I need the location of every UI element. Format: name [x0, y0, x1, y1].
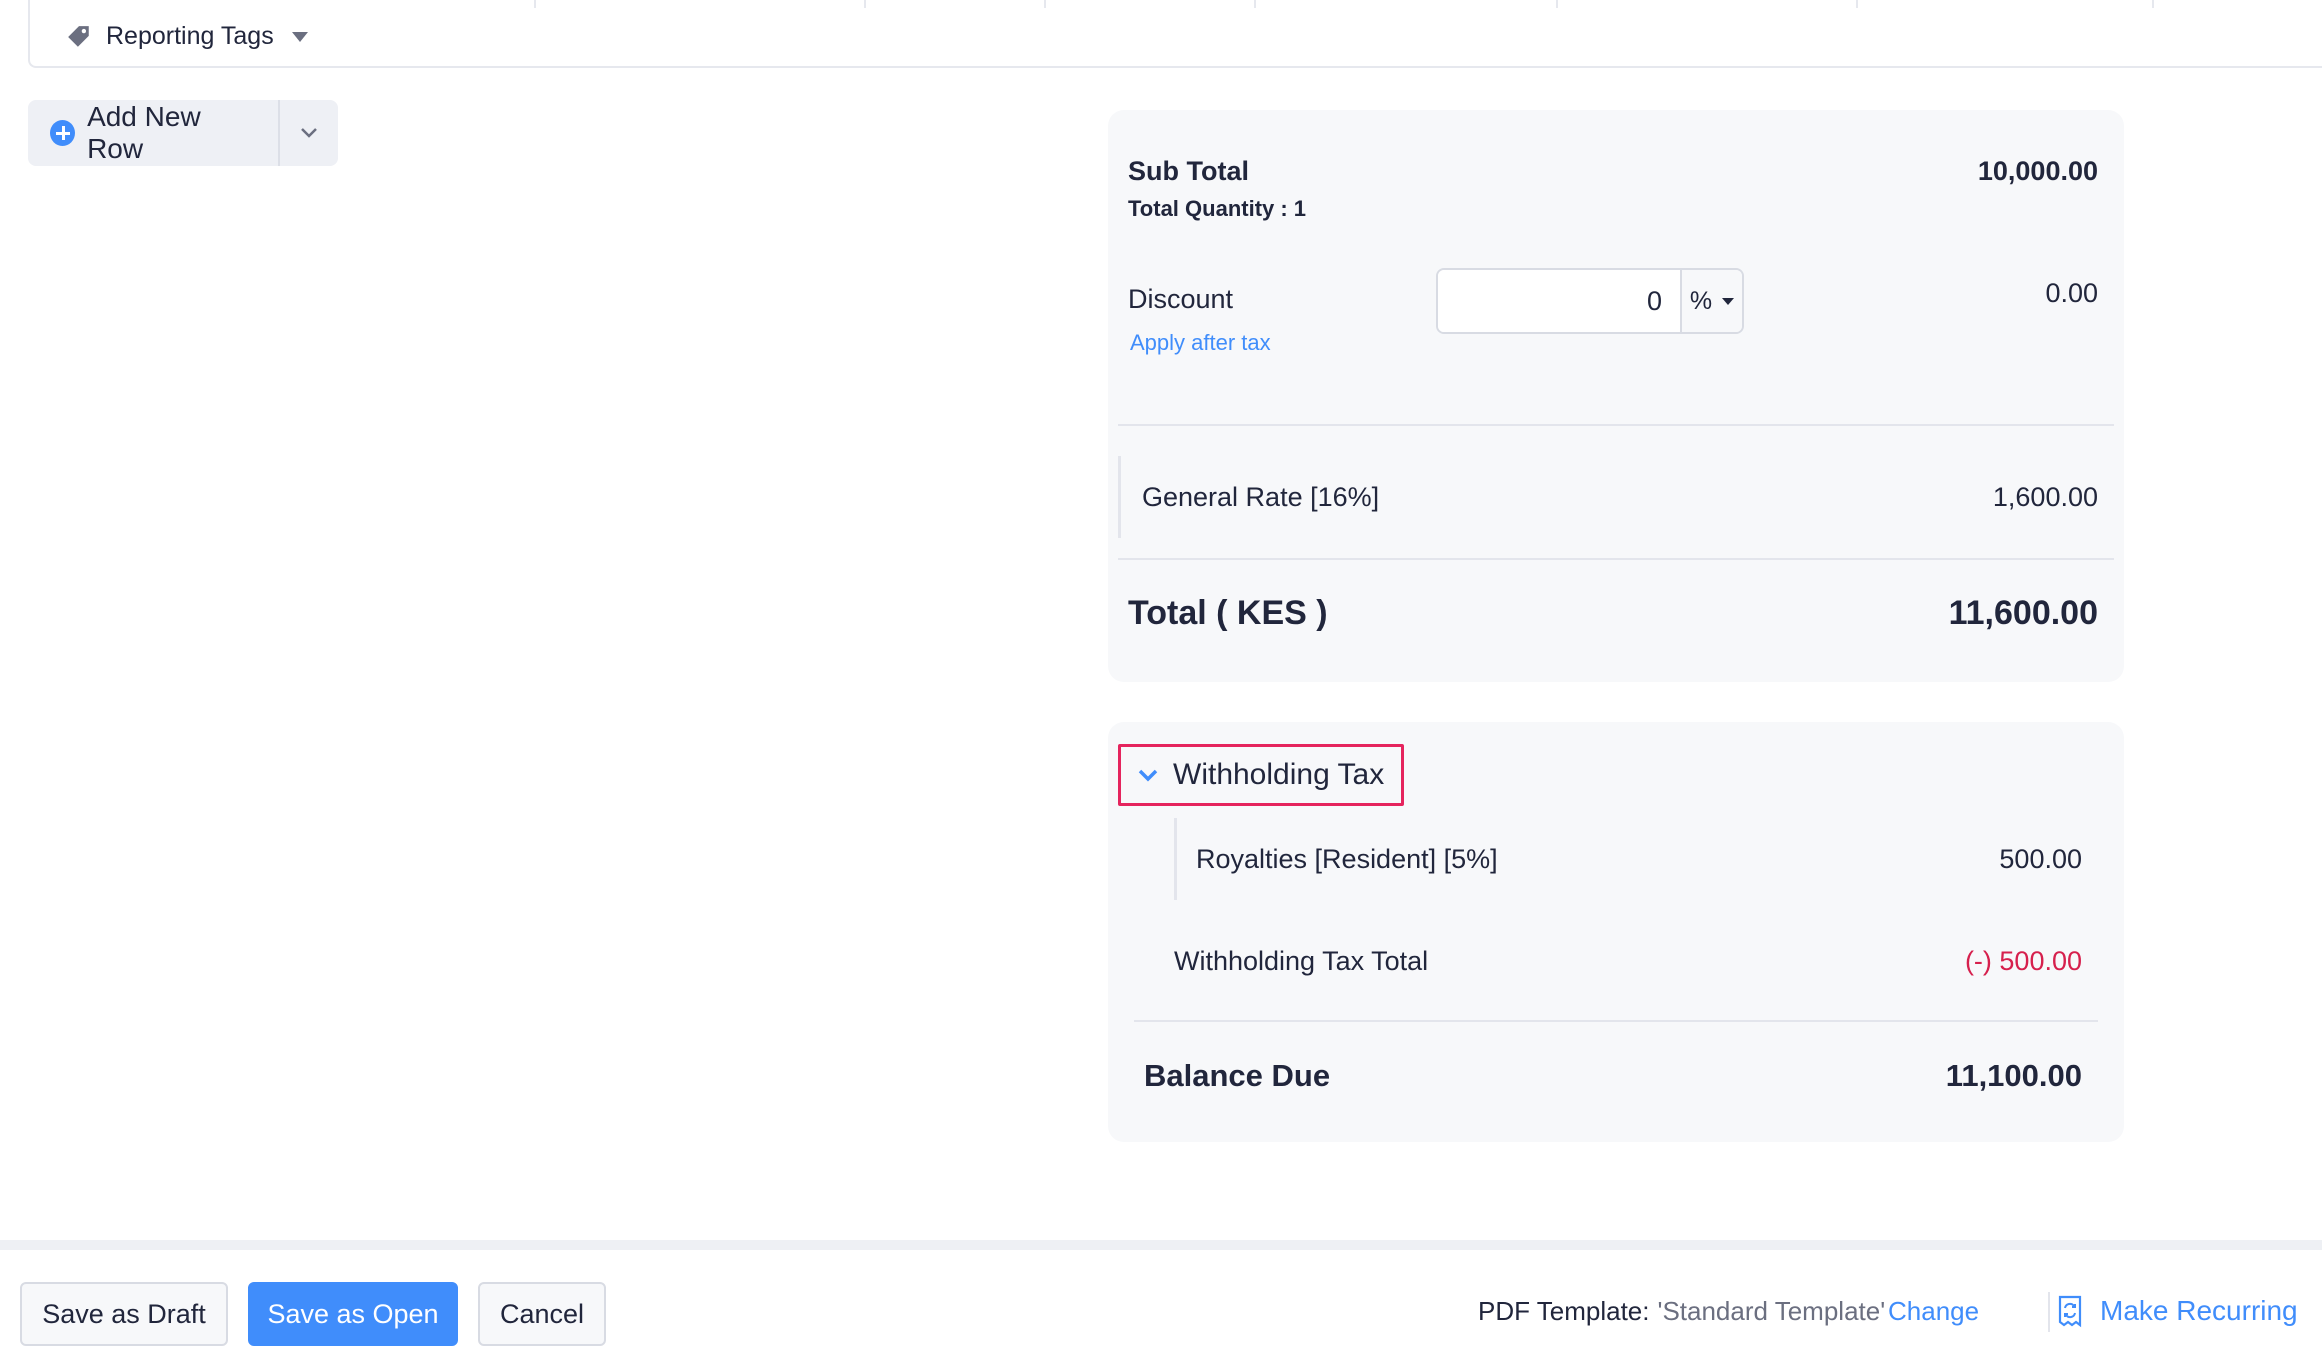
caret-down-icon: [291, 31, 308, 42]
pdf-template-label: PDF Template:: [1478, 1296, 1650, 1326]
plus-circle-icon: [50, 120, 76, 146]
column-divider: [1856, 0, 1858, 8]
withholding-tax-toggle[interactable]: Withholding Tax: [1118, 744, 1404, 806]
caret-down-icon: [1722, 297, 1735, 305]
withholding-item-value: 500.00: [1999, 844, 2082, 874]
column-divider: [1254, 0, 1256, 8]
discount-label: Discount: [1128, 284, 1234, 314]
withholding-group-marker: [1174, 818, 1177, 900]
chevron-down-icon: [301, 128, 317, 138]
withholding-item-label: Royalties [Resident] [5%]: [1196, 844, 1498, 874]
add-row-options-toggle[interactable]: [278, 100, 338, 166]
divider: [1134, 1020, 2098, 1022]
tax-group-marker: [1118, 456, 1121, 538]
column-divider: [864, 0, 866, 8]
chevron-down-icon: [1138, 769, 1158, 782]
tax-label: General Rate [16%]: [1142, 482, 1380, 512]
total-quantity: Total Quantity : 1: [1128, 196, 1307, 221]
apply-after-tax-link[interactable]: Apply after tax: [1130, 330, 1271, 356]
divider: [1118, 424, 2114, 426]
add-new-row-button[interactable]: Add New Row: [28, 100, 278, 166]
discount-field: %: [1436, 268, 1744, 334]
sub-total-label: Sub Total: [1128, 156, 1249, 186]
sub-total-value: 10,000.00: [1977, 156, 2098, 186]
items-table-footer: [28, 0, 2322, 68]
recurring-icon: [2058, 1295, 2082, 1328]
column-divider: [1556, 0, 1558, 8]
withholding-tax-card: Withholding Tax Royalties [Resident] [5%…: [1108, 722, 2124, 1142]
add-new-row-label: Add New Row: [87, 101, 201, 164]
save-as-open-button[interactable]: Save as Open: [248, 1282, 458, 1346]
pdf-template-value: 'Standard Template': [1657, 1296, 1886, 1326]
withholding-tax-label: Withholding Tax: [1173, 758, 1385, 791]
column-divider: [2152, 0, 2154, 8]
tax-value: 1,600.00: [1992, 482, 2098, 512]
discount-value: 0.00: [2045, 278, 2098, 308]
balance-due-value: 11,100.00: [1945, 1058, 2082, 1093]
balance-due-label: Balance Due: [1144, 1058, 1331, 1093]
divider: [1118, 558, 2114, 560]
total-value: 11,600.00: [1948, 594, 2098, 632]
pdf-template-info: PDF Template: 'Standard Template': [1478, 1296, 1885, 1327]
make-recurring-link[interactable]: Make Recurring: [2056, 1294, 2298, 1328]
footer-separator: [2048, 1292, 2050, 1332]
reporting-tags-label: Reporting Tags: [106, 22, 274, 50]
discount-unit-label: %: [1689, 286, 1713, 315]
change-template-link[interactable]: Change: [1888, 1296, 1979, 1327]
discount-unit-dropdown[interactable]: %: [1680, 270, 1742, 332]
withholding-total-value: (-) 500.00: [1964, 946, 2082, 976]
action-footer: Save as Draft Save as Open Cancel PDF Te…: [0, 1250, 2322, 1364]
cancel-button[interactable]: Cancel: [478, 1282, 606, 1346]
totals-card: Sub Total 10,000.00 Total Quantity : 1 D…: [1108, 110, 2124, 682]
column-divider: [1044, 0, 1046, 8]
discount-input[interactable]: [1438, 270, 1680, 332]
reporting-tags-dropdown[interactable]: Reporting Tags: [66, 22, 308, 51]
make-recurring-label: Make Recurring: [2100, 1295, 2298, 1326]
column-divider: [534, 0, 536, 8]
total-label: Total ( KES ): [1128, 594, 1328, 632]
footer-divider: [0, 1240, 2322, 1250]
tag-icon: [66, 24, 92, 50]
withholding-total-label: Withholding Tax Total: [1174, 946, 1429, 976]
add-new-row-split-button: Add New Row: [28, 100, 338, 166]
save-as-draft-button[interactable]: Save as Draft: [20, 1282, 228, 1346]
